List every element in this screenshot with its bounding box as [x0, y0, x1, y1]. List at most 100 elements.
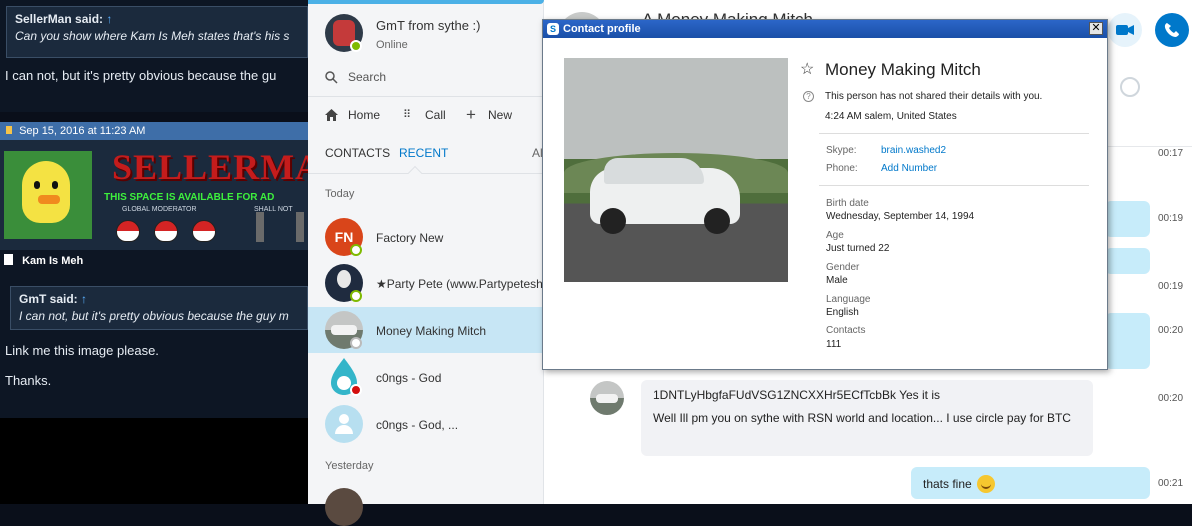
contact-name: Factory New [376, 231, 444, 245]
quote-jump-icon[interactable]: ↑ [81, 292, 87, 306]
avatar[interactable] [325, 488, 363, 526]
contact-row-factory-new[interactable]: FN Factory New [308, 214, 544, 260]
tab-recent[interactable]: RECENT [399, 146, 448, 160]
video-call-button[interactable] [1108, 13, 1142, 47]
contact-row-c0ngs[interactable]: c0ngs - God [308, 354, 544, 400]
unknown-status-icon [350, 337, 362, 349]
add-number-link[interactable]: Add Number [881, 163, 937, 174]
star-icon[interactable]: ☆ [800, 59, 814, 79]
divider [819, 185, 1089, 186]
profile-status[interactable]: Online [376, 39, 408, 51]
nav-home-label: Home [348, 108, 381, 122]
contact-name: c0ngs - God [376, 371, 442, 385]
search-placeholder: Search [348, 70, 387, 84]
contact-profile-dialog: S Contact profile ✕ ☆ Money Making Mitch… [542, 19, 1108, 370]
message-time: 00:20 [1158, 325, 1184, 336]
message-text: Well Ill pm you on sythe with RSN world … [653, 411, 1071, 425]
duck-icon [4, 151, 92, 239]
divider [308, 173, 544, 174]
dnd-status-icon [350, 384, 362, 396]
post-header: Sep 15, 2016 at 11:23 AM [0, 122, 308, 140]
dialog-title: Contact profile [563, 23, 641, 35]
message-time: 00:17 [1158, 148, 1184, 159]
search-icon [325, 71, 338, 84]
document-icon [4, 254, 13, 265]
contact-display-name: Money Making Mitch [825, 60, 981, 79]
quote-gmt: GmT said: ↑ I can not, but it's pretty o… [10, 286, 308, 330]
message-time: 00:19 [1158, 281, 1184, 292]
quote-jump-icon[interactable]: ↑ [106, 12, 112, 26]
local-time-location: 4:24 AM salem, United States [825, 111, 957, 122]
message-bubble-out: thats fine [911, 467, 1150, 499]
search-box[interactable]: Search [325, 70, 525, 86]
contacts-value: 111 [826, 339, 842, 350]
signature-line: THIS SPACE IS AVAILABLE FOR AD [104, 192, 275, 203]
contact-name: Money Making Mitch [376, 324, 487, 338]
contacts-label: Contacts [826, 325, 866, 336]
dialpad-icon: ⠿ [403, 109, 412, 121]
contact-row-c0ngs-group[interactable]: c0ngs - God, ... [308, 401, 544, 447]
privacy-notice: This person has not shared their details… [825, 91, 1043, 102]
section-yesterday: Yesterday [325, 460, 374, 472]
contact-name: c0ngs - God, ... [376, 418, 459, 432]
dialog-titlebar[interactable]: S Contact profile [543, 20, 1107, 38]
message-bubble-out [1105, 201, 1150, 237]
contact-row-money-making-mitch[interactable]: Money Making Mitch [308, 307, 544, 353]
online-status-icon [350, 244, 362, 256]
signature-banner: SELLERMAN THIS SPACE IS AVAILABLE FOR AD… [0, 140, 308, 250]
section-today: Today [325, 188, 355, 200]
contact-name: ★Party Pete (www.Partypetesh [376, 277, 543, 291]
info-icon: ? [803, 91, 814, 102]
tab-contacts[interactable]: CONTACTS [325, 146, 390, 160]
video-icon [1116, 25, 1134, 35]
message-text: thats fine [923, 477, 972, 491]
smile-emoticon-icon [977, 475, 996, 493]
date-icon [6, 126, 12, 134]
thread-title[interactable]: Kam Is Meh [4, 254, 83, 267]
audio-call-button[interactable] [1155, 13, 1189, 47]
post-divider [0, 112, 308, 122]
online-status-icon [350, 290, 362, 302]
message-time: 00:20 [1158, 393, 1184, 404]
home-icon [325, 109, 338, 121]
message-bubble-out [1105, 248, 1150, 274]
birth-date-value: Wednesday, September 14, 1994 [826, 211, 975, 222]
signature-rank: GLOBAL MODERATOR [122, 206, 197, 213]
age-label: Age [826, 230, 844, 241]
gender-value: Male [826, 275, 848, 286]
group-icon [325, 405, 363, 443]
close-button[interactable]: ✕ [1089, 22, 1103, 35]
thread-title-label: Kam Is Meh [22, 255, 84, 267]
skype-label: Skype: [826, 145, 857, 156]
post-date[interactable]: Sep 15, 2016 at 11:23 AM [19, 125, 145, 137]
skype-logo-icon: S [547, 23, 559, 35]
quote-text: Can you show where Kam Is Meh states tha… [15, 29, 290, 43]
profile-name[interactable]: GmT from sythe :) [376, 18, 481, 33]
phone-label: Phone: [826, 163, 858, 174]
contact-row-party-pete[interactable]: ★Party Pete (www.Partypetesh [308, 260, 544, 306]
divider [308, 96, 544, 97]
add-participant-icon[interactable] [1120, 77, 1140, 97]
signature-title: SELLERMAN [112, 147, 308, 187]
post-text: Link me this image please. [5, 343, 159, 358]
message-text: 1DNTLyHbgfaFUdVSG1ZNCXXHr5ECfTcbBk Yes i… [653, 388, 940, 402]
divider [819, 133, 1089, 134]
pokeball-icon [154, 220, 178, 242]
forum-pane: SellerMan said: ↑ Can you show where Kam… [0, 0, 308, 504]
birth-date-label: Birth date [826, 198, 869, 209]
page-footer [0, 418, 308, 504]
quote-sellerman: SellerMan said: ↑ Can you show where Kam… [6, 6, 308, 58]
profile-photo [564, 58, 788, 282]
message-bubble-in: 1DNTLyHbgfaFUdVSG1ZNCXXHr5ECfTcbBk Yes i… [641, 380, 1093, 456]
avatar[interactable] [590, 381, 624, 415]
nav-call-label: Call [425, 108, 446, 122]
top-accent [308, 0, 544, 4]
online-status-icon [350, 40, 362, 52]
sidebar: GmT from sythe :) Online Search Home ⠿ C… [308, 0, 544, 526]
tab-indicator [407, 165, 423, 181]
message-time: 00:19 [1158, 213, 1184, 224]
age-value: Just turned 22 [826, 243, 890, 254]
post-text: Thanks. [5, 373, 52, 388]
soldier-icon [256, 212, 264, 242]
skype-name-link[interactable]: brain.washed2 [881, 145, 946, 156]
